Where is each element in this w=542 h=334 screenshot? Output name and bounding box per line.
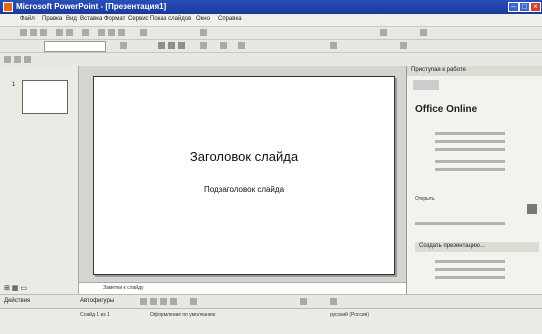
outline-tab-icon[interactable] — [4, 56, 11, 63]
open-icon[interactable] — [30, 29, 37, 36]
menu-window[interactable]: Окно — [196, 16, 210, 22]
status-design: Оформление по умолчанию — [150, 312, 216, 318]
link-line[interactable] — [435, 140, 505, 143]
close-pane-icon[interactable] — [24, 56, 31, 63]
link-line[interactable] — [435, 168, 505, 171]
cut-icon[interactable] — [98, 29, 105, 36]
align-right-icon[interactable] — [238, 42, 245, 49]
maximize-button[interactable]: □ — [519, 2, 530, 12]
menu-view[interactable]: Вид — [66, 16, 77, 22]
menu-tools[interactable]: Сервис — [128, 16, 149, 22]
font-size-icon[interactable] — [120, 42, 127, 49]
minimize-button[interactable]: – — [508, 2, 519, 12]
create-presentation-section[interactable]: Создать презентацию... — [415, 242, 539, 252]
new-icon[interactable] — [20, 29, 27, 36]
office-online-logo: Office Online — [415, 104, 478, 115]
line-icon[interactable] — [140, 298, 147, 305]
menu-edit[interactable]: Правка — [42, 16, 62, 22]
copy-icon[interactable] — [108, 29, 115, 36]
oval-icon[interactable] — [170, 298, 177, 305]
menu-slideshow[interactable]: Показ слайдов — [150, 16, 191, 22]
underline-icon[interactable] — [178, 42, 185, 49]
link-line[interactable] — [435, 132, 505, 135]
section-label: Создать презентацию... — [419, 243, 485, 249]
align-left-icon[interactable] — [200, 42, 207, 49]
link-line[interactable] — [435, 160, 505, 163]
arrow-icon[interactable] — [150, 298, 157, 305]
slide-thumbnail[interactable] — [22, 80, 68, 114]
bold-icon[interactable] — [158, 42, 165, 49]
status-bar: Слайд 1 из 1 Оформление по умолчанию рус… — [0, 308, 542, 334]
task-pane-header[interactable]: Приступая к работе — [407, 66, 542, 76]
standard-toolbar — [0, 27, 542, 40]
rectangle-icon[interactable] — [160, 298, 167, 305]
link-line[interactable] — [435, 268, 505, 271]
autoshapes-menu[interactable]: Автофигуры — [80, 298, 114, 304]
notes-placeholder: Заметки к слайду — [103, 285, 144, 291]
italic-icon[interactable] — [168, 42, 175, 49]
help-icon[interactable] — [420, 29, 427, 36]
line-color-icon[interactable] — [330, 298, 337, 305]
search-go-icon[interactable] — [527, 204, 537, 214]
menu-file[interactable]: Файл — [20, 16, 35, 22]
paste-icon[interactable] — [118, 29, 125, 36]
slide-canvas[interactable]: Заголовок слайда Подзаголовок слайда — [93, 76, 395, 275]
actions-menu[interactable]: Действия — [4, 298, 30, 304]
print-icon[interactable] — [56, 29, 63, 36]
slide-title[interactable]: Заголовок слайда — [94, 149, 394, 164]
task-pane-title: Приступая к работе — [411, 67, 466, 73]
design-icon[interactable] — [400, 42, 407, 49]
nav-buttons-icon[interactable] — [413, 80, 439, 90]
link-line[interactable] — [435, 260, 505, 263]
view-buttons[interactable]: ⊞ ▦ ▭ — [4, 284, 27, 292]
menu-help[interactable]: Справка — [218, 16, 242, 22]
insert-chart-icon[interactable] — [200, 29, 207, 36]
close-button[interactable]: × — [530, 2, 541, 12]
fill-color-icon[interactable] — [300, 298, 307, 305]
menu-format[interactable]: Формат — [104, 16, 125, 22]
undo-icon[interactable] — [140, 29, 147, 36]
slides-tab-icon[interactable] — [14, 56, 21, 63]
formatting-toolbar — [0, 40, 542, 53]
slide-subtitle[interactable]: Подзаголовок слайда — [94, 185, 394, 194]
status-slide: Слайд 1 из 1 — [80, 312, 110, 318]
task-pane-label: Открыть — [415, 196, 435, 202]
link-line[interactable] — [435, 148, 505, 151]
tabs-bar — [0, 53, 542, 67]
menu-bar: Файл Правка Вид Вставка Формат Сервис По… — [0, 14, 542, 27]
font-color-icon[interactable] — [330, 42, 337, 49]
window-title: Microsoft PowerPoint - [Презентация1] — [16, 2, 167, 11]
link-line[interactable] — [435, 276, 505, 279]
textbox-icon[interactable] — [190, 298, 197, 305]
drawing-toolbar: Действия Автофигуры — [0, 294, 542, 309]
zoom-icon[interactable] — [380, 29, 387, 36]
title-bar: Microsoft PowerPoint - [Презентация1] – … — [0, 0, 542, 14]
status-language: русский (Россия) — [330, 312, 370, 318]
save-icon[interactable] — [40, 29, 47, 36]
menu-insert[interactable]: Вставка — [80, 16, 102, 22]
link-line[interactable] — [415, 222, 505, 225]
task-pane: Приступая к работе Office Online Открыть… — [406, 66, 542, 294]
spelling-icon[interactable] — [82, 29, 89, 36]
align-center-icon[interactable] — [220, 42, 227, 49]
powerpoint-app-icon — [3, 2, 13, 12]
thumbnail-number: 1 — [12, 82, 16, 88]
preview-icon[interactable] — [66, 29, 73, 36]
font-select[interactable] — [44, 41, 106, 52]
